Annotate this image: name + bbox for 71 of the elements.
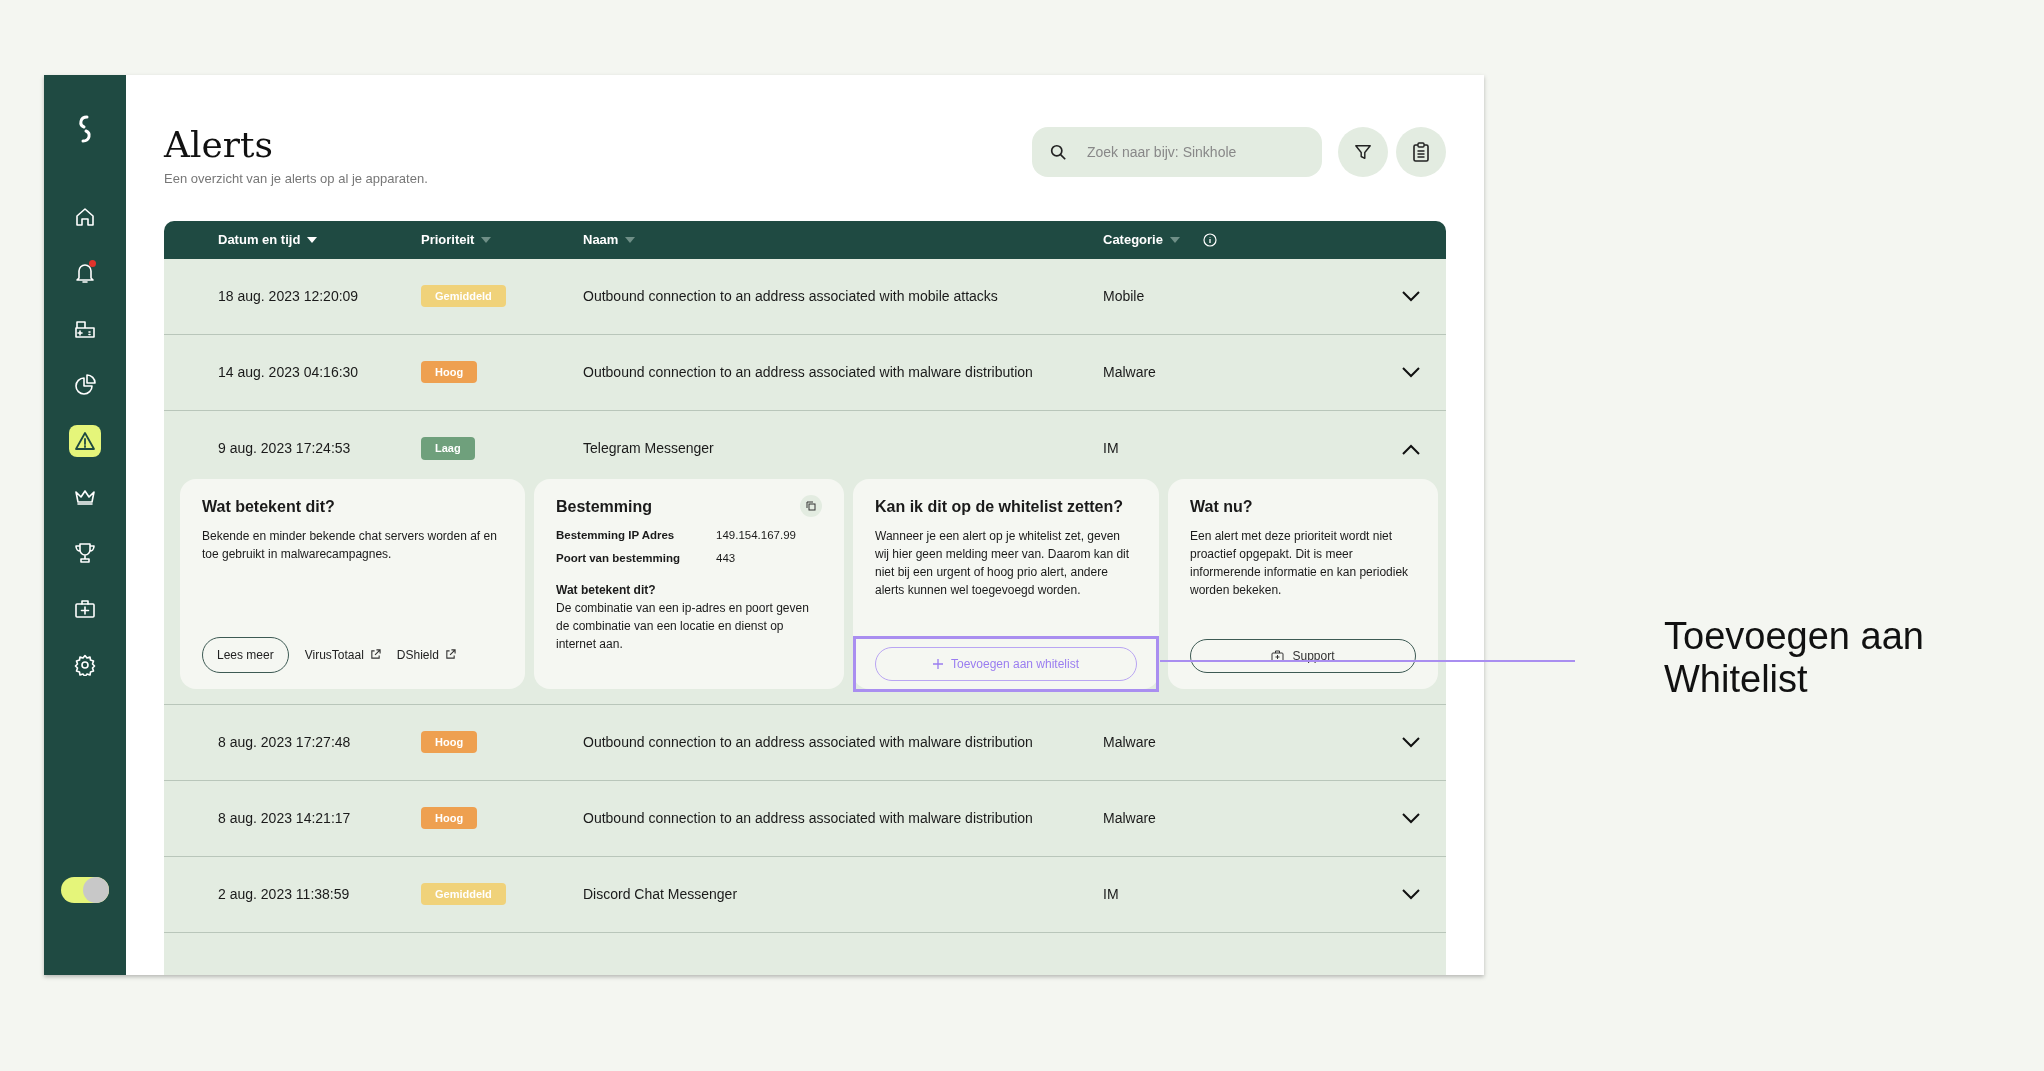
category-cell-text: Malware: [1103, 362, 1157, 382]
card-title: Wat nu?: [1190, 496, 1253, 517]
card-title: Wat betekent dit?: [202, 496, 335, 517]
category-cell-text: IM: [1103, 884, 1120, 904]
pie-chart-icon: [74, 374, 96, 396]
medkit-icon: [1271, 649, 1285, 662]
priority-badge: Hoog: [421, 730, 478, 754]
date-cell-text: 2 aug. 2023 11:38:59: [218, 884, 351, 904]
date-cell-text: 8 aug. 2023 14:21:17: [218, 808, 352, 828]
bell-icon: [75, 262, 95, 284]
trophy-icon: [74, 542, 96, 564]
alert-name-cell-text: Outbound connection to an address associated with mobile attacks: [583, 286, 999, 306]
search-bar[interactable]: Zoek naar bijv: Sinkhole: [1032, 127, 1322, 177]
card-text: Bekende en minder bekende chat servers worden af en toe gebruikt in malwarecampagnes.: [202, 527, 498, 563]
card-title: Kan ik dit op de whitelist zetten?: [875, 496, 1123, 517]
copy-icon: [806, 500, 816, 511]
medkit-icon: [74, 599, 96, 619]
external-link[interactable]: DShield: [396, 645, 456, 664]
priority-badge: Gemiddeld: [421, 284, 506, 308]
gamepad-icon: [74, 318, 96, 340]
search-input[interactable]: Zoek naar bijv: Sinkhole: [1084, 140, 1304, 164]
filter-button[interactable]: [1338, 127, 1388, 177]
column-header[interactable]: Categorie: [1103, 229, 1163, 250]
field-label: Poort van bestemming: [556, 550, 681, 566]
date-cell-text: 9 aug. 2023 17:24:53: [218, 439, 352, 458]
field-value: 443: [716, 550, 736, 566]
external-link-icon: [369, 649, 381, 660]
settings-icon: [74, 654, 96, 676]
priority-badge: Hoog: [421, 806, 478, 830]
card-text: Wanneer je een alert op je whitelist zet, geven wij hier geen melding meer van. Daarom kan dit niet bij een urgent of hoog prio alert, andere alerts kunnen wel toegevoegd worden.: [875, 527, 1131, 599]
priority-badge: Laag: [421, 437, 475, 460]
card-title: Bestemming: [556, 496, 653, 517]
info-icon[interactable]: [1202, 232, 1217, 247]
theme-toggle[interactable]: [61, 877, 109, 903]
page-subtitle: Een overzicht van je alerts op al je apparaten.: [164, 170, 429, 188]
annotation-label: Toevoegen aan Whitelist: [1664, 615, 1925, 701]
card-text: De combinatie van een ip-adres en poort geven de combinatie van een locatie en dienst op internet aan.: [556, 600, 810, 653]
sidebar-item[interactable]: [69, 425, 101, 457]
alert-name-cell-text: Outbound connection to an address associated with malware distribution: [583, 362, 1034, 382]
field-label: Bestemming IP Adres: [556, 527, 676, 543]
card-text: Een alert met deze prioriteit wordt niet proactief opgepakt. Dit is meer informerende informatie en kan periodiek worden bekeken.: [1190, 527, 1410, 599]
date-cell-text: 18 aug. 2023 12:20:09: [218, 286, 360, 306]
external-link-icon: [444, 649, 456, 660]
clipboard-button[interactable]: [1396, 127, 1446, 177]
crown-icon: [74, 488, 96, 506]
alert-name-cell-text: Outbound connection to an address associated with malware distribution: [583, 808, 1034, 828]
card-subheading: Wat betekent dit?: [556, 582, 657, 599]
plus-icon: [932, 658, 943, 669]
alert-name-cell-text: Telegram Messenger: [583, 439, 715, 458]
priority-badge: Gemiddeld: [421, 882, 506, 906]
column-header[interactable]: Naam: [583, 229, 619, 250]
alert-name-cell-text: Discord Chat Messenger: [583, 884, 739, 904]
clipboard-icon: [1412, 142, 1430, 162]
priority-badge: Hoog: [421, 360, 478, 384]
category-cell-text: IM: [1103, 439, 1120, 458]
column-header[interactable]: Prioriteit: [421, 229, 475, 250]
page-title: Alerts: [164, 127, 274, 163]
filter-icon: [1354, 143, 1372, 161]
category-cell-text: Mobile: [1103, 286, 1146, 306]
date-cell-text: 8 aug. 2023 17:27:48: [218, 732, 352, 752]
home-icon: [75, 207, 95, 227]
external-link[interactable]: VirusTotaal: [304, 645, 381, 664]
search-icon: [1050, 143, 1067, 161]
copy-button[interactable]: [800, 494, 822, 517]
field-value: 149.154.167.99: [716, 527, 796, 543]
category-cell-text: Malware: [1103, 808, 1157, 828]
date-cell-text: 14 aug. 2023 04:16:30: [218, 362, 360, 382]
column-header[interactable]: Datum en tijd: [218, 229, 301, 250]
warning-icon: [74, 431, 96, 451]
category-cell-text: Malware: [1103, 732, 1157, 752]
alert-name-cell-text: Outbound connection to an address associated with malware distribution: [583, 732, 1034, 752]
